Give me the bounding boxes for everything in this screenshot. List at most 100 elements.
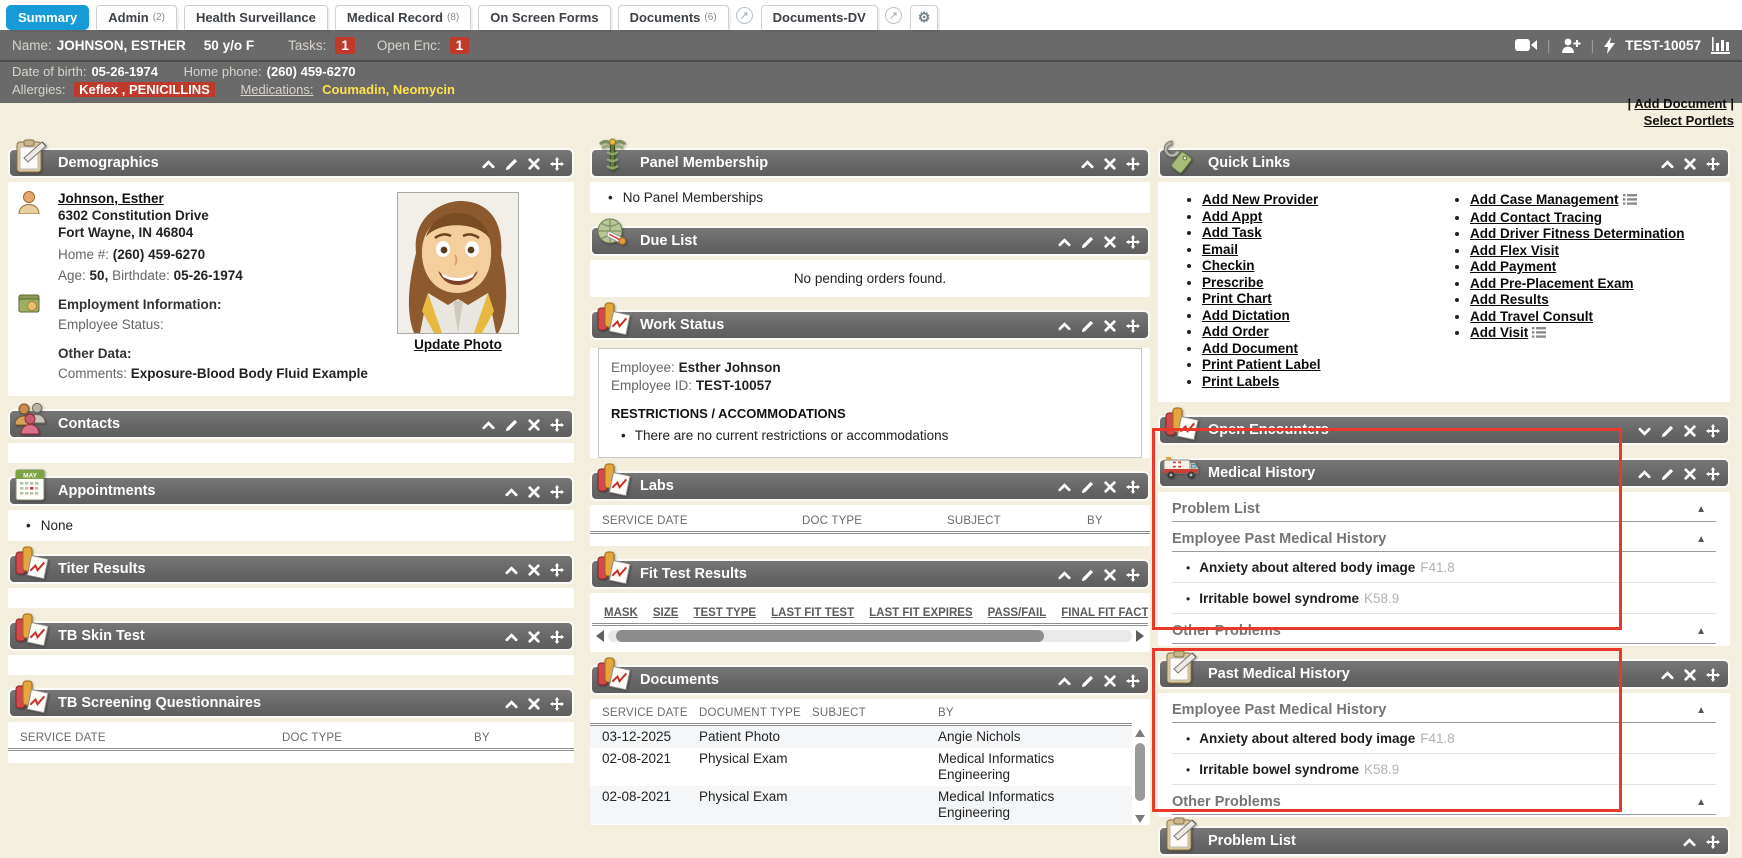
col-header[interactable]: DOC TYPE xyxy=(282,732,474,744)
edit-icon[interactable] xyxy=(1081,236,1094,249)
quick-link[interactable]: Print Labels xyxy=(1202,374,1279,389)
add-document-link[interactable]: Add Document xyxy=(1634,96,1726,111)
scroll-up-arrow[interactable] xyxy=(1135,729,1145,737)
col-header[interactable]: SERVICE DATE xyxy=(20,732,282,744)
history-item[interactable]: • Anxiety about altered body image F41.8 xyxy=(1172,723,1716,754)
select-portlets-link[interactable]: Select Portlets xyxy=(1644,113,1734,128)
section-collapse-icon[interactable]: ▲ xyxy=(1696,705,1712,716)
collapse-icon[interactable] xyxy=(1058,675,1071,688)
tab-admin[interactable]: Admin(2) xyxy=(96,5,177,30)
collapse-icon[interactable] xyxy=(1058,569,1071,582)
close-icon[interactable] xyxy=(1104,158,1116,170)
quick-link[interactable]: Add New Provider xyxy=(1202,192,1318,207)
lightning-bolt-icon[interactable] xyxy=(1604,37,1615,54)
edit-icon[interactable] xyxy=(1661,468,1674,481)
quick-link[interactable]: Add Driver Fitness Determination xyxy=(1470,226,1685,241)
close-icon[interactable] xyxy=(528,158,540,170)
move-icon[interactable] xyxy=(1126,674,1140,688)
quick-link[interactable]: Checkin xyxy=(1202,258,1255,273)
col-header[interactable]: LAST FIT EXPIRES xyxy=(869,607,973,619)
quick-link[interactable]: Add Dictation xyxy=(1202,308,1290,323)
quick-link[interactable]: Print Patient Label xyxy=(1202,357,1321,372)
collapse-icon[interactable] xyxy=(1683,836,1696,849)
quick-link[interactable]: Add Contact Tracing xyxy=(1470,210,1602,225)
collapse-icon[interactable] xyxy=(482,419,495,432)
move-icon[interactable] xyxy=(1706,835,1720,849)
col-header[interactable]: SERVICE DATE xyxy=(602,515,802,527)
col-header[interactable]: PASS/FAIL xyxy=(988,607,1047,619)
quick-link[interactable]: Add Pre-Placement Exam xyxy=(1470,276,1634,291)
allergies-value[interactable]: Keflex , PENICILLINS xyxy=(74,82,215,97)
move-icon[interactable] xyxy=(1126,235,1140,249)
section-collapse-icon[interactable]: ▲ xyxy=(1696,504,1712,515)
bar-chart-icon[interactable] xyxy=(1711,37,1730,54)
quick-link[interactable]: Print Chart xyxy=(1202,291,1272,306)
quick-link[interactable]: Add Payment xyxy=(1470,259,1556,274)
col-header[interactable]: SIZE xyxy=(653,607,679,619)
collapse-icon[interactable] xyxy=(1661,158,1674,171)
collapse-icon[interactable] xyxy=(1638,468,1651,481)
section-collapse-icon[interactable]: ▲ xyxy=(1696,626,1712,637)
tab-on-screen-forms[interactable]: On Screen Forms xyxy=(478,5,610,30)
col-header[interactable]: FINAL FIT FACTOR xyxy=(1061,607,1148,619)
list-view-icon[interactable] xyxy=(1623,193,1637,209)
collapse-icon[interactable] xyxy=(1081,158,1094,171)
col-header[interactable]: DOCUMENT TYPE xyxy=(699,707,812,719)
quick-link[interactable]: Email xyxy=(1202,242,1238,257)
move-icon[interactable] xyxy=(550,630,564,644)
table-row[interactable]: 02-08-2021 Physical Exam Medical Informa… xyxy=(590,748,1132,786)
open-new-window-icon[interactable]: ↗ xyxy=(885,7,902,24)
col-header[interactable]: DOC TYPE xyxy=(802,515,947,527)
quick-link[interactable]: Add Order xyxy=(1202,324,1269,339)
close-icon[interactable] xyxy=(1104,320,1116,332)
edit-icon[interactable] xyxy=(1081,569,1094,582)
tab-documents[interactable]: Documents(6) xyxy=(618,5,729,30)
move-icon[interactable] xyxy=(1126,480,1140,494)
quick-link[interactable]: Add Visit xyxy=(1470,325,1528,340)
scroll-down-arrow[interactable] xyxy=(1135,815,1145,823)
move-icon[interactable] xyxy=(550,485,564,499)
col-header[interactable]: MASK xyxy=(604,607,638,619)
move-icon[interactable] xyxy=(1126,568,1140,582)
add-person-icon[interactable] xyxy=(1561,38,1581,53)
col-header[interactable]: BY xyxy=(1087,515,1138,527)
quick-link[interactable]: Add Task xyxy=(1202,225,1262,240)
table-row[interactable]: 02-08-2021 Physical Exam Medical Informa… xyxy=(590,786,1132,824)
tab-health-surveillance[interactable]: Health Surveillance xyxy=(184,5,328,30)
tab-settings[interactable]: ⚙ xyxy=(910,5,939,30)
col-header[interactable]: BY xyxy=(938,707,1120,719)
move-icon[interactable] xyxy=(1706,668,1720,682)
quick-link[interactable]: Add Case Management xyxy=(1470,192,1619,207)
scrollbar-thumb[interactable] xyxy=(1135,743,1145,801)
scrollbar-thumb[interactable] xyxy=(616,630,1044,642)
close-icon[interactable] xyxy=(1104,481,1116,493)
collapse-icon[interactable] xyxy=(1661,669,1674,682)
expand-icon[interactable] xyxy=(1638,425,1651,438)
quick-link[interactable]: Prescribe xyxy=(1202,275,1264,290)
move-icon[interactable] xyxy=(1126,157,1140,171)
close-icon[interactable] xyxy=(1684,158,1696,170)
tasks-count-badge[interactable]: 1 xyxy=(335,37,355,54)
move-icon[interactable] xyxy=(550,563,564,577)
close-icon[interactable] xyxy=(1684,669,1696,681)
move-icon[interactable] xyxy=(550,418,564,432)
quick-link[interactable]: Add Travel Consult xyxy=(1470,309,1593,324)
open-new-window-icon[interactable]: ↗ xyxy=(736,7,753,24)
collapse-icon[interactable] xyxy=(505,698,518,711)
edit-icon[interactable] xyxy=(505,158,518,171)
move-icon[interactable] xyxy=(1126,319,1140,333)
patient-name-link[interactable]: Johnson, Esther xyxy=(58,191,164,206)
section-collapse-icon[interactable]: ▲ xyxy=(1696,797,1712,808)
collapse-icon[interactable] xyxy=(482,158,495,171)
close-icon[interactable] xyxy=(1684,425,1696,437)
collapse-icon[interactable] xyxy=(505,564,518,577)
quick-link[interactable]: Add Document xyxy=(1202,341,1298,356)
collapse-icon[interactable] xyxy=(505,486,518,499)
list-view-icon[interactable] xyxy=(1532,326,1546,342)
section-collapse-icon[interactable]: ▲ xyxy=(1696,534,1712,545)
move-icon[interactable] xyxy=(1706,424,1720,438)
video-camera-icon[interactable] xyxy=(1515,38,1537,52)
update-photo-link[interactable]: Update Photo xyxy=(414,337,502,352)
move-icon[interactable] xyxy=(550,697,564,711)
medications-value[interactable]: Coumadin, Neomycin xyxy=(322,82,455,97)
